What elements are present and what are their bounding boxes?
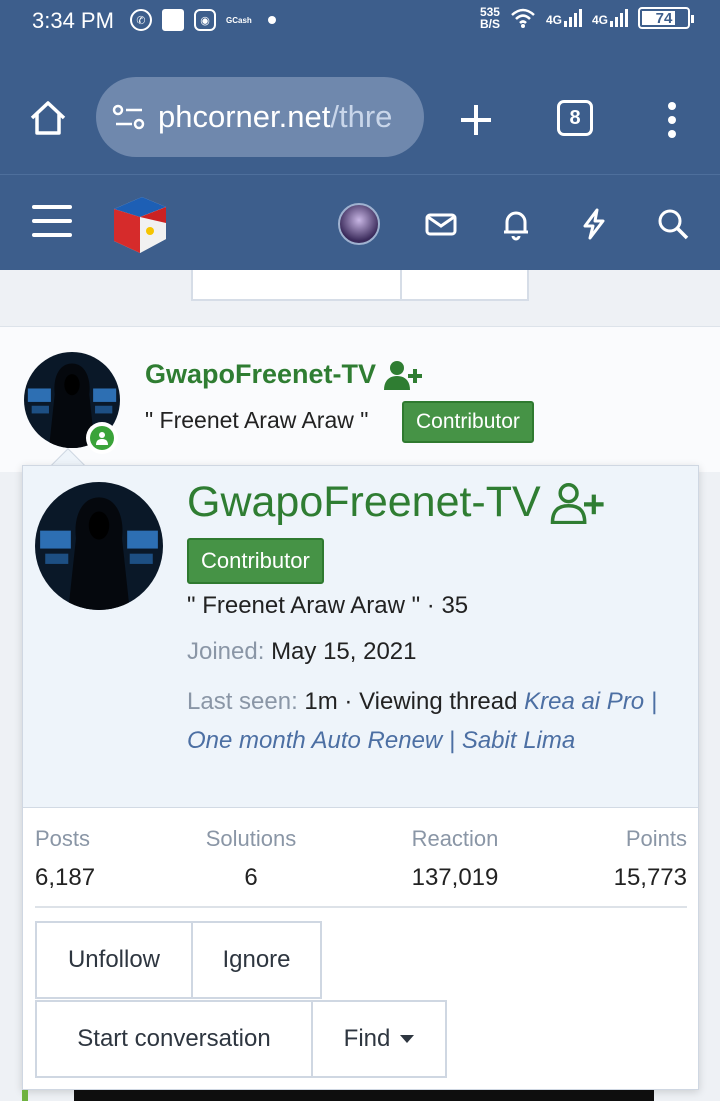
url-path: /thre xyxy=(330,99,393,134)
unfollow-button[interactable]: Unfollow xyxy=(35,921,193,999)
status-time: 3:34 PM xyxy=(32,8,114,33)
stat-reaction[interactable]: Reaction 137,019 xyxy=(395,826,515,892)
hamburger-menu-icon[interactable] xyxy=(32,205,72,247)
new-tab-icon[interactable] xyxy=(458,102,494,138)
signal-bars-icon xyxy=(563,9,582,27)
wifi-icon xyxy=(511,8,535,28)
inbox-icon[interactable] xyxy=(424,207,458,241)
find-dropdown-button[interactable]: Find xyxy=(311,1000,447,1078)
signal-2: 4G xyxy=(592,9,628,27)
user-avatar[interactable] xyxy=(338,203,380,245)
post-accent-strip xyxy=(22,1090,28,1101)
gcash-icon: GCash xyxy=(226,15,252,25)
url-domain: phcorner.net xyxy=(158,99,331,134)
post-author-title: " Freenet Araw Araw " xyxy=(145,407,369,433)
member-stats: Posts 6,187 Solutions 6 Reaction 137,019… xyxy=(35,826,687,908)
stat-points[interactable]: Points 15,773 xyxy=(614,826,687,892)
system-icons: 535 B/S 4G 4G 74 xyxy=(479,5,694,31)
search-icon[interactable] xyxy=(656,207,690,241)
more-menu-icon[interactable] xyxy=(666,100,678,140)
member-tooltip-card: GwapoFreenet-TV Contributor " Freenet Ar… xyxy=(22,465,699,1090)
address-bar[interactable]: phcorner.net/thre xyxy=(96,77,424,157)
site-logo[interactable] xyxy=(106,191,172,257)
square-app-icon xyxy=(162,9,184,31)
ignore-button[interactable]: Ignore xyxy=(191,921,322,999)
contributor-badge: Contributor xyxy=(187,538,324,584)
home-icon[interactable] xyxy=(28,98,68,138)
bell-icon[interactable] xyxy=(499,207,533,241)
lightning-icon[interactable] xyxy=(577,207,611,241)
data-speed: 535 B/S xyxy=(479,5,500,31)
member-tooltip-header: GwapoFreenet-TV Contributor " Freenet Ar… xyxy=(23,466,698,808)
online-status-icon xyxy=(86,422,118,454)
notification-icons: ✆ ◉ GCash xyxy=(130,9,276,31)
contributor-badge: Contributor xyxy=(402,401,534,443)
signal-1: 4G xyxy=(546,9,582,27)
battery-icon: 74 xyxy=(638,7,694,29)
member-title: " Freenet Araw Araw " · 35 xyxy=(187,592,469,619)
post-author-name[interactable]: GwapoFreenet-TV xyxy=(145,359,423,390)
hooded-figure-icon xyxy=(35,482,163,610)
stat-solutions[interactable]: Solutions 6 xyxy=(201,826,301,892)
site-navbar xyxy=(0,174,720,270)
browser-toolbar: phcorner.net/thre 8 xyxy=(0,44,720,174)
signal-bars-icon xyxy=(610,9,628,27)
instagram-icon: ◉ xyxy=(194,9,216,31)
partial-button xyxy=(191,270,402,301)
status-bar: 3:34 PM ✆ ◉ GCash 535 B/S 4G 4G 74 xyxy=(0,0,720,44)
caret-down-icon xyxy=(400,1035,415,1043)
stat-posts[interactable]: Posts 6,187 xyxy=(35,826,95,892)
start-conversation-button[interactable]: Start conversation xyxy=(35,1000,313,1078)
member-name[interactable]: GwapoFreenet-TV xyxy=(187,478,605,527)
member-avatar[interactable] xyxy=(35,482,163,610)
site-settings-icon[interactable] xyxy=(112,103,146,131)
follow-user-icon[interactable] xyxy=(549,482,605,524)
user-icon xyxy=(96,432,108,445)
follow-user-icon[interactable] xyxy=(384,360,423,390)
partial-button xyxy=(400,270,529,301)
member-joined: Joined: May 15, 2021 xyxy=(187,638,417,665)
post-image-edge xyxy=(74,1090,654,1101)
more-notifications-icon xyxy=(267,16,276,24)
member-last-seen: Last seen: 1m · Viewing thread Krea ai P… xyxy=(187,688,658,754)
tab-switcher-button[interactable]: 8 xyxy=(557,100,593,136)
viber-icon: ✆ xyxy=(130,9,152,31)
